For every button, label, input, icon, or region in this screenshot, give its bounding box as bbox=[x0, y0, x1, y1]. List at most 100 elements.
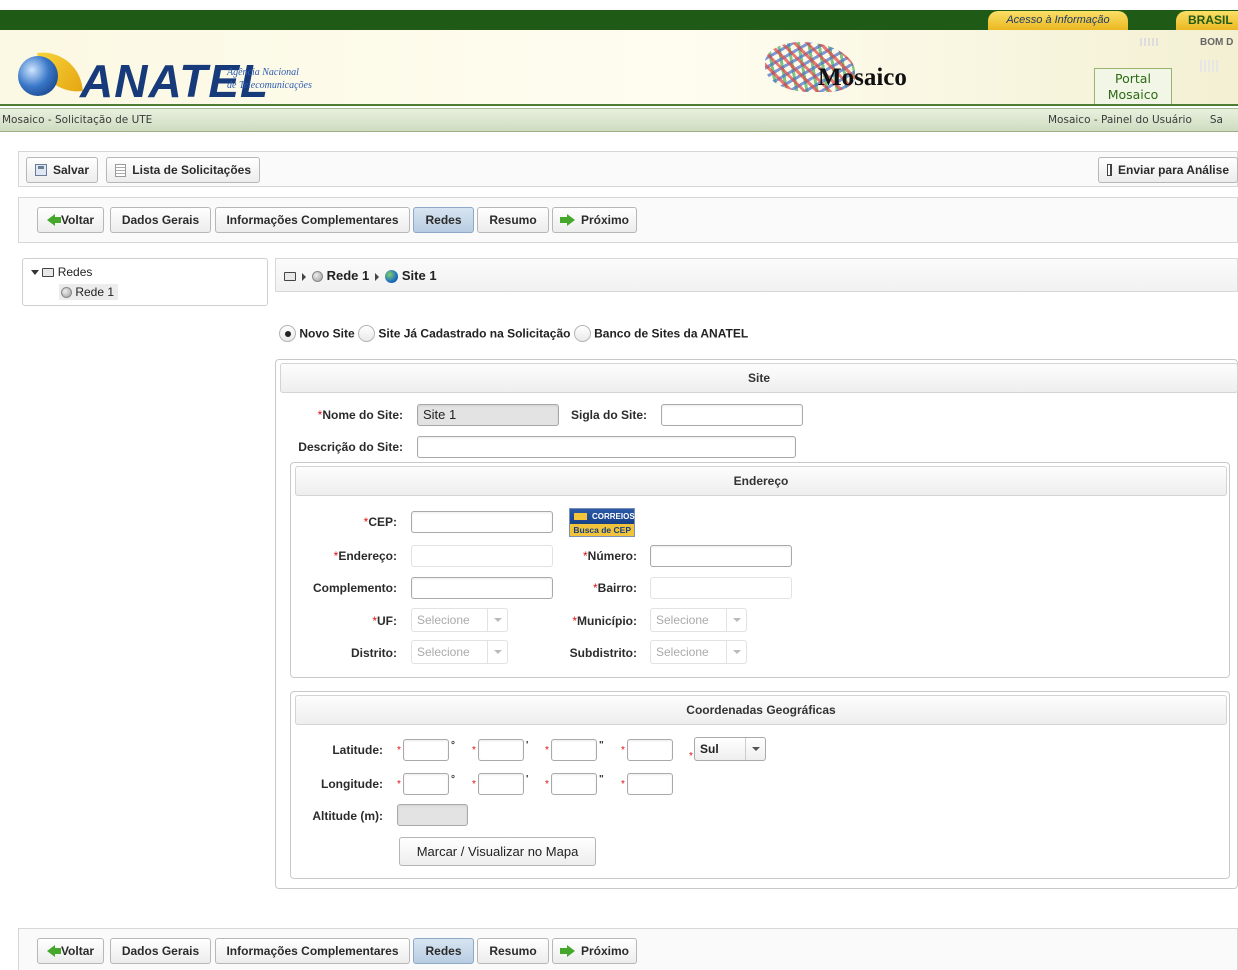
breadcrumb-network[interactable]: Rede 1 bbox=[327, 268, 370, 283]
latitude-label: Latitude: bbox=[332, 743, 383, 757]
latitude-seconds-input[interactable] bbox=[551, 739, 597, 761]
tab-resumo[interactable]: Resumo bbox=[477, 207, 549, 233]
view-on-map-button[interactable]: Marcar / Visualizar no Mapa bbox=[399, 837, 596, 866]
back-button[interactable]: Voltar bbox=[37, 207, 104, 233]
latitude-decimal-input[interactable] bbox=[627, 739, 673, 761]
logo-subtitle-line2: de Telecomunicações bbox=[227, 80, 312, 91]
request-list-label: Lista de Solicitações bbox=[132, 163, 251, 177]
latitude-minutes-input[interactable] bbox=[478, 739, 524, 761]
tree-root[interactable]: Redes bbox=[31, 265, 92, 279]
cep-label: *CEP: bbox=[300, 515, 397, 529]
next-button[interactable]: Próximo bbox=[552, 207, 637, 233]
site-name-label-text: Nome do Site: bbox=[322, 408, 403, 422]
distrito-label: Distrito: bbox=[351, 646, 397, 660]
radio-novo-site[interactable] bbox=[279, 325, 296, 342]
site-source-options: Novo Site Site Já Cadastrado na Solicita… bbox=[279, 325, 748, 342]
city-label: *Município: bbox=[560, 614, 637, 628]
brasil-link[interactable]: BRASIL bbox=[1176, 11, 1238, 30]
portal-mosaico-tab[interactable]: Portal Mosaico bbox=[1094, 68, 1172, 104]
folder-open-icon bbox=[284, 272, 296, 282]
distrito-select-value: Selecione bbox=[417, 645, 470, 659]
required-star: * bbox=[621, 779, 625, 790]
longitude-minutes-input[interactable] bbox=[478, 773, 524, 795]
tab-redes[interactable]: Redes bbox=[413, 938, 474, 964]
chevron-down-icon bbox=[726, 641, 746, 663]
chevron-down-icon bbox=[726, 609, 746, 631]
chevron-down-icon bbox=[487, 609, 507, 631]
correios-cep-search-button[interactable]: CORREIOS Busca de CEP bbox=[569, 508, 635, 537]
correios-logo-text: CORREIOS bbox=[570, 509, 635, 524]
latitude-degrees-input[interactable] bbox=[403, 739, 449, 761]
sair-link[interactable]: Sa bbox=[1210, 114, 1223, 126]
required-star: * bbox=[545, 779, 549, 790]
radio-banco-de-sites[interactable] bbox=[573, 325, 591, 342]
tab-informacoes-complementares[interactable]: Informações Complementares bbox=[215, 938, 410, 964]
second-symbol: " bbox=[599, 740, 604, 751]
hemisphere-value: Sul bbox=[700, 742, 719, 756]
uf-select[interactable]: Selecione bbox=[411, 608, 508, 632]
distrito-select[interactable]: Selecione bbox=[411, 640, 508, 664]
tab-redes[interactable]: Redes bbox=[413, 207, 474, 233]
decorative-pattern bbox=[1200, 60, 1218, 72]
anatel-logo-globe-icon bbox=[18, 56, 58, 96]
number-input[interactable] bbox=[650, 545, 792, 567]
bom-link[interactable]: BOM D bbox=[1200, 37, 1233, 48]
altitude-input[interactable] bbox=[397, 804, 468, 826]
next-button[interactable]: Próximo bbox=[552, 938, 637, 964]
request-list-button[interactable]: Lista de Solicitações bbox=[106, 157, 260, 183]
complement-input[interactable] bbox=[411, 577, 553, 599]
uf-label-text: UF: bbox=[377, 614, 397, 628]
back-label: Voltar bbox=[60, 213, 95, 227]
decorative-pattern bbox=[1140, 38, 1160, 46]
app-title: Mosaico bbox=[818, 64, 907, 91]
longitude-degrees-input[interactable] bbox=[403, 773, 449, 795]
street-input[interactable] bbox=[411, 545, 553, 567]
network-tree: Redes Rede 1 bbox=[22, 258, 268, 306]
tab-dados-gerais[interactable]: Dados Gerais bbox=[110, 938, 211, 964]
district-input[interactable] bbox=[650, 577, 792, 599]
page-breadcrumb: Mosaico - Solicitação de UTE bbox=[2, 114, 153, 126]
save-button[interactable]: Salvar bbox=[26, 157, 98, 183]
city-select[interactable]: Selecione bbox=[650, 608, 747, 632]
second-symbol: " bbox=[599, 774, 604, 785]
next-label: Próximo bbox=[581, 944, 630, 958]
logo-subtitle: Agência Nacional de Telecomunicações bbox=[227, 66, 312, 92]
tab-informacoes-complementares[interactable]: Informações Complementares bbox=[215, 207, 410, 233]
tab-dados-gerais[interactable]: Dados Gerais bbox=[110, 207, 211, 233]
minute-symbol: ' bbox=[526, 740, 529, 751]
expand-arrow-icon[interactable] bbox=[31, 270, 39, 276]
longitude-seconds-input[interactable] bbox=[551, 773, 597, 795]
cep-label-text: CEP: bbox=[368, 515, 397, 529]
site-code-input[interactable] bbox=[661, 404, 803, 426]
globe-icon bbox=[385, 270, 399, 284]
painel-usuario-link[interactable]: Mosaico - Painel do Usuário bbox=[1048, 114, 1192, 126]
number-label: *Número: bbox=[560, 549, 637, 563]
breadcrumb-site[interactable]: Site 1 bbox=[402, 268, 437, 283]
minute-symbol: ' bbox=[526, 774, 529, 785]
list-icon bbox=[115, 163, 127, 177]
subdistrito-select[interactable]: Selecione bbox=[650, 640, 747, 664]
portal-tab-line1: Portal bbox=[1115, 71, 1151, 86]
longitude-decimal-input[interactable] bbox=[627, 773, 673, 795]
radio-novo-site-label[interactable]: Novo Site bbox=[299, 327, 354, 341]
send-for-analysis-button[interactable]: Enviar para Análise bbox=[1098, 157, 1238, 183]
radio-banco-de-sites-label[interactable]: Banco de Sites da ANATEL bbox=[594, 327, 748, 341]
portal-tab-line2: Mosaico bbox=[1107, 87, 1159, 102]
cep-input[interactable] bbox=[411, 511, 553, 533]
next-label: Próximo bbox=[581, 213, 630, 227]
city-select-value: Selecione bbox=[656, 613, 709, 627]
tree-item-rede-1[interactable]: Rede 1 bbox=[59, 284, 119, 300]
district-label: *Bairro: bbox=[560, 581, 637, 595]
acesso-informacao-link[interactable]: Acesso à Informação bbox=[988, 11, 1128, 30]
required-star: * bbox=[689, 751, 693, 762]
number-label-text: Número: bbox=[587, 549, 637, 563]
site-name-input[interactable]: Site 1 bbox=[417, 404, 559, 426]
tab-resumo[interactable]: Resumo bbox=[477, 938, 549, 964]
back-button[interactable]: Voltar bbox=[37, 938, 104, 964]
radio-site-ja-cadastrado[interactable] bbox=[358, 325, 376, 342]
site-description-input[interactable] bbox=[417, 436, 796, 458]
network-icon bbox=[61, 287, 72, 299]
hemisphere-select[interactable]: Sul bbox=[694, 737, 766, 761]
radio-site-ja-cadastrado-label[interactable]: Site Já Cadastrado na Solicitação bbox=[378, 327, 570, 341]
city-label-text: Município: bbox=[577, 614, 637, 628]
